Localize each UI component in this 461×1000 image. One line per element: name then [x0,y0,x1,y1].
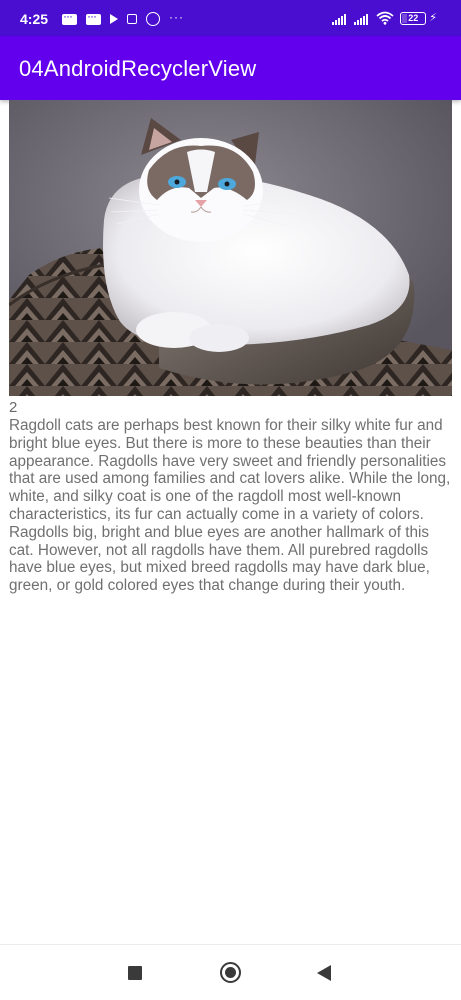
whatsapp-icon [146,12,160,26]
status-bar: 4:25 ··· 22 ⚡ [0,0,461,36]
play-box-icon [127,14,137,24]
navigation-bar [0,944,461,1000]
item-description: Ragdoll cats are perhaps best known for … [9,417,451,595]
home-circle-icon[interactable] [220,962,241,983]
more-dots-icon: ··· [169,10,184,24]
notification-icons: ··· [62,9,193,26]
status-time: 4:25 [20,11,49,27]
recents-square-icon[interactable] [128,966,142,980]
signal-icon [354,13,369,25]
signal-icon [332,13,347,25]
item-number: 2 [9,399,18,416]
wifi-icon [376,11,394,25]
page-title: 04AndroidRecyclerView [19,56,257,81]
battery-icon: 22 [400,12,427,25]
status-indicators: 22 ⚡ [332,11,437,25]
message-icon [86,9,101,25]
play-icon [110,14,118,24]
ragdoll-cat-image [9,100,452,396]
message-icon [62,9,77,25]
charging-icon: ⚡ [429,12,437,24]
back-triangle-icon[interactable] [317,965,331,981]
app-bar: 04AndroidRecyclerView [0,36,461,100]
battery-level: 22 [408,13,419,23]
cat-photo-icon [9,100,452,396]
